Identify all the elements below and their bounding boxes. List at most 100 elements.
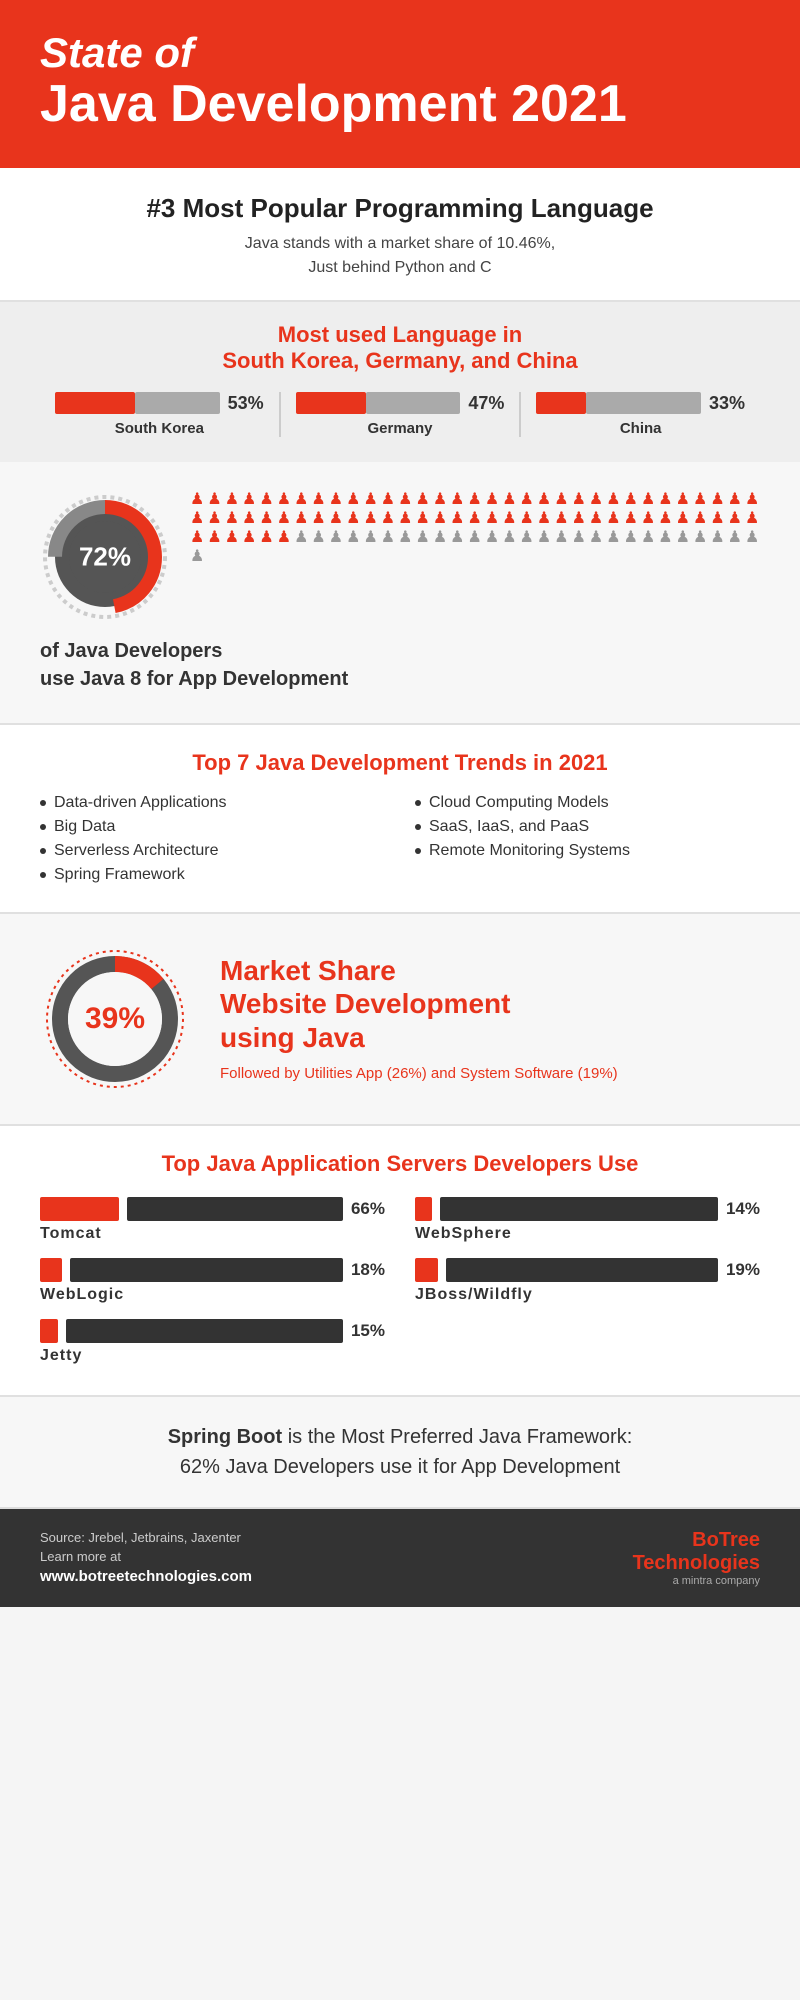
trend-item: Big Data (40, 815, 385, 839)
person-icon: ♟ (641, 492, 655, 508)
person-icon: ♟ (676, 511, 690, 527)
person-icon: ♟ (190, 549, 204, 565)
trend-item: Spring Framework (40, 863, 385, 887)
person-icon: ♟ (485, 530, 499, 546)
person-icon: ♟ (537, 511, 551, 527)
section-language: Most used Language in South Korea, Germa… (0, 302, 800, 462)
person-icon: ♟ (277, 530, 291, 546)
person-icon: ♟ (207, 530, 221, 546)
person-icon: ♟ (728, 530, 742, 546)
person-icon: ♟ (381, 511, 395, 527)
trends-heading: Top 7 Java Development Trends in 2021 (40, 750, 760, 776)
trend-label: Data-driven Applications (54, 794, 227, 812)
person-icon: ♟ (502, 530, 516, 546)
person-icon: ♟ (259, 511, 273, 527)
server-bar-row: 19% (415, 1258, 760, 1282)
person-icon: ♟ (606, 492, 620, 508)
server-bar-row: 14% (415, 1197, 760, 1221)
server-pct: 15% (351, 1321, 385, 1341)
person-icon: ♟ (259, 492, 273, 508)
person-icon: ♟ (225, 492, 239, 508)
server-item: 14% WebSphere (415, 1197, 760, 1243)
server-bar-fill (40, 1197, 119, 1221)
person-icon: ♟ (693, 530, 707, 546)
server-item: 19%JBoss/Wildfly (415, 1258, 760, 1304)
server-bar-bg (440, 1197, 718, 1221)
trends-grid: Data-driven ApplicationsBig DataServerle… (40, 791, 760, 887)
person-icon: ♟ (485, 492, 499, 508)
server-item: 66%Tomcat (40, 1197, 385, 1243)
server-bar-row: 15% (40, 1319, 385, 1343)
popular-heading: #3 Most Popular Programming Language (40, 193, 760, 224)
person-icon: ♟ (728, 492, 742, 508)
trend-item: Cloud Computing Models (415, 791, 760, 815)
section-spring: Spring Boot is the Most Preferred Java F… (0, 1397, 800, 1509)
person-icon: ♟ (433, 492, 447, 508)
logo-bo: Bo (692, 1529, 719, 1551)
germany-label: Germany (281, 420, 520, 437)
person-icon: ♟ (572, 492, 586, 508)
person-icon: ♟ (554, 511, 568, 527)
person-icon: ♟ (242, 530, 256, 546)
server-bar-bg (446, 1258, 718, 1282)
java8-desc: of Java Developersuse Java 8 for App Dev… (40, 637, 760, 693)
trend-bullet-icon (415, 824, 421, 830)
person-icon: ♟ (346, 530, 360, 546)
footer-source: Source: Jrebel, Jetbrains, Jaxenter (40, 1530, 252, 1545)
lang-south-korea: 53% South Korea (40, 392, 281, 437)
person-icon: ♟ (485, 511, 499, 527)
person-icon: ♟ (537, 530, 551, 546)
people-grid: ♟♟♟♟♟♟♟♟♟♟♟♟♟♟♟♟♟♟♟♟♟♟♟♟♟♟♟♟♟♟♟♟♟♟♟♟♟♟♟♟… (190, 492, 760, 565)
person-icon: ♟ (294, 530, 308, 546)
footer-logo: BoTree Technologies a mintra company (633, 1529, 760, 1587)
person-icon: ♟ (693, 511, 707, 527)
trend-label: SaaS, IaaS, and PaaS (429, 818, 589, 836)
person-icon: ♟ (572, 511, 586, 527)
language-bars: 53% South Korea 47% Germany 33% China (40, 392, 760, 437)
person-icon: ♟ (676, 492, 690, 508)
footer-left: Source: Jrebel, Jetbrains, Jaxenter Lear… (40, 1530, 252, 1586)
market-desc: Followed by Utilities App (26%) and Syst… (220, 1063, 618, 1086)
server-bar-fill (40, 1319, 58, 1343)
person-icon: ♟ (311, 511, 325, 527)
server-name: WebSphere (415, 1225, 760, 1243)
person-icon: ♟ (225, 511, 239, 527)
server-pct: 18% (351, 1260, 385, 1280)
footer-url[interactable]: www.botreetechnologies.com (40, 1568, 252, 1585)
person-icon: ♟ (207, 492, 221, 508)
person-icon: ♟ (433, 511, 447, 527)
section-servers: Top Java Application Servers Developers … (0, 1126, 800, 1397)
trends-left-col: Data-driven ApplicationsBig DataServerle… (40, 791, 385, 887)
person-icon: ♟ (658, 492, 672, 508)
person-icon: ♟ (624, 492, 638, 508)
person-icon: ♟ (710, 530, 724, 546)
trend-bullet-icon (415, 848, 421, 854)
server-name: Jetty (40, 1347, 385, 1365)
china-label: China (521, 420, 760, 437)
south-korea-pct: 53% (228, 393, 264, 414)
trend-label: Remote Monitoring Systems (429, 842, 630, 860)
person-icon: ♟ (624, 511, 638, 527)
person-icon: ♟ (572, 530, 586, 546)
logo-sub: a mintra company (633, 1575, 760, 1587)
person-icon: ♟ (554, 492, 568, 508)
market-heading: Market Share Website Development using J… (220, 954, 618, 1055)
server-name: WebLogic (40, 1286, 385, 1304)
trend-item: SaaS, IaaS, and PaaS (415, 815, 760, 839)
person-icon: ♟ (242, 492, 256, 508)
servers-grid: 66%Tomcat 14% WebSphere 18% WebLogic 19%JBoss… (40, 1197, 760, 1365)
person-icon: ♟ (710, 511, 724, 527)
person-icon: ♟ (502, 492, 516, 508)
person-icon: ♟ (606, 511, 620, 527)
person-icon: ♟ (450, 492, 464, 508)
trend-bullet-icon (40, 800, 46, 806)
trend-bullet-icon (40, 848, 46, 854)
person-icon: ♟ (450, 530, 464, 546)
person-icon: ♟ (520, 492, 534, 508)
popular-desc2: Just behind Python and C (40, 256, 760, 280)
person-icon: ♟ (745, 511, 759, 527)
person-icon: ♟ (398, 530, 412, 546)
person-icon: ♟ (745, 530, 759, 546)
lang-china: 33% China (521, 392, 760, 437)
person-icon: ♟ (363, 492, 377, 508)
